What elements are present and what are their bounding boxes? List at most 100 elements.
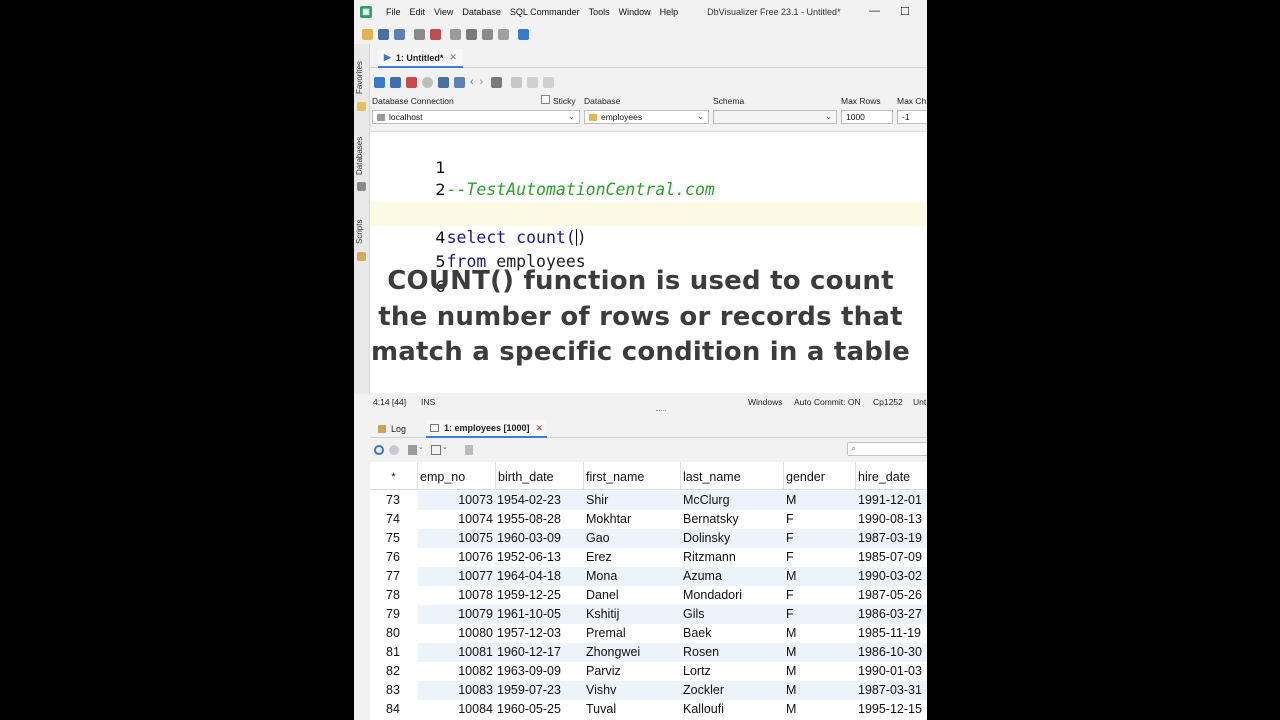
execute-buffer-icon[interactable] bbox=[406, 76, 417, 88]
cell-birth-date[interactable]: 1959-07-23 bbox=[496, 681, 584, 700]
cell-hire-date[interactable]: 1985-07-09 bbox=[856, 548, 927, 567]
cell-rownum[interactable]: 76 bbox=[370, 548, 418, 567]
table-row[interactable]: 83 10083 1959-07-23 Vishv Zockler M 1987-03-31 bbox=[370, 681, 927, 700]
cell-emp-no[interactable]: 10083 bbox=[418, 681, 493, 700]
cell-emp-no[interactable]: 10081 bbox=[418, 643, 493, 662]
save-all-icon[interactable] bbox=[394, 28, 405, 40]
cell-last-name[interactable]: Kalloufi bbox=[681, 700, 784, 719]
chevron-down-icon[interactable]: ⌄ bbox=[418, 443, 424, 451]
cell-gender[interactable]: F bbox=[784, 605, 856, 624]
column-header-emp-no[interactable]: emp_no bbox=[418, 462, 496, 490]
tab-databases[interactable]: Databases bbox=[355, 134, 369, 178]
cell-last-name[interactable]: Ritzmann bbox=[681, 548, 784, 567]
cell-hire-date[interactable]: 1995-12-15 bbox=[856, 700, 927, 719]
tab-scripts[interactable]: Scripts bbox=[355, 216, 369, 248]
grid-view-icon[interactable] bbox=[431, 445, 441, 455]
run-icon[interactable] bbox=[518, 28, 529, 40]
save-as-icon[interactable] bbox=[454, 76, 465, 88]
cell-hire-date[interactable]: 1987-03-19 bbox=[856, 529, 927, 548]
cell-gender[interactable]: F bbox=[784, 510, 856, 529]
cell-gender[interactable]: M bbox=[784, 491, 856, 510]
cell-rownum[interactable]: 75 bbox=[370, 529, 418, 548]
cell-birth-date[interactable]: 1960-12-17 bbox=[496, 643, 584, 662]
tab-log[interactable]: Log bbox=[378, 420, 406, 438]
table-row[interactable]: 76 10076 1952-06-13 Erez Ritzmann F 1985-07-09 bbox=[370, 548, 927, 567]
forward-icon[interactable]: › bbox=[480, 76, 484, 88]
cell-hire-date[interactable]: 1987-05-26 bbox=[856, 586, 927, 605]
cell-rownum[interactable]: 73 bbox=[370, 491, 418, 510]
cell-first-name[interactable]: Gao bbox=[584, 529, 681, 548]
cell-rownum[interactable]: 82 bbox=[370, 662, 418, 681]
history-icon[interactable] bbox=[543, 76, 555, 88]
cell-gender[interactable]: F bbox=[784, 529, 856, 548]
cell-rownum[interactable]: 74 bbox=[370, 510, 418, 529]
splitter-handle[interactable] bbox=[656, 410, 666, 412]
tools-icon[interactable] bbox=[491, 76, 503, 88]
cell-gender[interactable]: M bbox=[784, 624, 856, 643]
table-row[interactable]: 82 10082 1963-09-09 Parviz Lortz M 1990-01-03 bbox=[370, 662, 927, 681]
cell-first-name[interactable]: Premal bbox=[584, 624, 681, 643]
cell-last-name[interactable]: Lortz bbox=[681, 662, 784, 681]
cell-rownum[interactable]: 80 bbox=[370, 624, 418, 643]
cell-first-name[interactable]: Shir bbox=[584, 491, 681, 510]
save-icon[interactable] bbox=[378, 28, 389, 40]
cell-birth-date[interactable]: 1959-12-25 bbox=[496, 586, 584, 605]
table-row[interactable]: 73 10073 1954-02-23 Shir McClurg M 1991-12-01 bbox=[370, 491, 927, 510]
cell-hire-date[interactable]: 1991-12-01 bbox=[856, 491, 927, 510]
menu-window[interactable]: Window bbox=[619, 7, 651, 17]
cell-emp-no[interactable]: 10077 bbox=[418, 567, 493, 586]
stop-icon[interactable] bbox=[389, 445, 399, 455]
find-icon[interactable] bbox=[498, 28, 509, 40]
tab-employees-result[interactable]: 1: employees [1000] ✕ bbox=[426, 420, 548, 438]
cell-birth-date[interactable]: 1952-06-13 bbox=[496, 548, 584, 567]
cell-last-name[interactable]: Rosen bbox=[681, 643, 784, 662]
cell-emp-no[interactable]: 10076 bbox=[418, 548, 493, 567]
database-select[interactable]: employees ⌄ bbox=[584, 110, 709, 124]
cell-first-name[interactable]: Parviz bbox=[584, 662, 681, 681]
cell-emp-no[interactable]: 10079 bbox=[418, 605, 493, 624]
table-row[interactable]: 80 10080 1957-12-03 Premal Baek M 1985-11-19 bbox=[370, 624, 927, 643]
cell-birth-date[interactable]: 1957-12-03 bbox=[496, 624, 584, 643]
cell-last-name[interactable]: Gils bbox=[681, 605, 784, 624]
cell-rownum[interactable]: 83 bbox=[370, 681, 418, 700]
cell-rownum[interactable]: 81 bbox=[370, 643, 418, 662]
cell-emp-no[interactable]: 10084 bbox=[418, 700, 493, 719]
cell-birth-date[interactable]: 1963-09-09 bbox=[496, 662, 584, 681]
disconnect-icon[interactable] bbox=[430, 28, 441, 40]
filter-input[interactable]: ⌕ bbox=[847, 442, 927, 456]
column-header-first-name[interactable]: first_name bbox=[584, 462, 681, 490]
cell-gender[interactable]: F bbox=[784, 548, 856, 567]
cell-last-name[interactable]: McClurg bbox=[681, 491, 784, 510]
connection-select[interactable]: localhost ⌄ bbox=[372, 110, 580, 124]
menu-tools[interactable]: Tools bbox=[589, 7, 610, 17]
cell-emp-no[interactable]: 10074 bbox=[418, 510, 493, 529]
menu-help[interactable]: Help bbox=[660, 7, 679, 17]
cell-hire-date[interactable]: 1986-10-30 bbox=[856, 643, 927, 662]
close-icon[interactable]: ✕ bbox=[449, 52, 457, 63]
stop-icon[interactable] bbox=[422, 76, 433, 88]
minimize-icon[interactable]: — bbox=[869, 5, 880, 17]
cell-first-name[interactable]: Tuval bbox=[584, 700, 681, 719]
close-icon[interactable]: ✕ bbox=[536, 423, 544, 434]
save-icon[interactable] bbox=[438, 76, 449, 88]
tab-untitled[interactable]: ▶ 1: Untitled* ✕ bbox=[378, 49, 463, 68]
cell-gender[interactable]: M bbox=[784, 700, 856, 719]
cell-first-name[interactable]: Mona bbox=[584, 567, 681, 586]
cell-first-name[interactable]: Kshitij bbox=[584, 605, 681, 624]
chevron-down-icon[interactable]: ⌄ bbox=[442, 443, 448, 451]
open-file-icon[interactable] bbox=[362, 28, 373, 40]
tools-icon[interactable] bbox=[466, 28, 477, 40]
cell-hire-date[interactable]: 1990-08-13 bbox=[856, 510, 927, 529]
sticky-checkbox[interactable] bbox=[541, 95, 550, 104]
table-row[interactable]: 84 10084 1960-05-25 Tuval Kalloufi M 1995-12-1… bbox=[370, 700, 927, 719]
cell-birth-date[interactable]: 1954-02-23 bbox=[496, 491, 584, 510]
menu-sql-commander[interactable]: SQL Commander bbox=[510, 7, 580, 17]
cell-hire-date[interactable]: 1990-03-02 bbox=[856, 567, 927, 586]
cell-last-name[interactable]: Azuma bbox=[681, 567, 784, 586]
cell-last-name[interactable]: Mondadori bbox=[681, 586, 784, 605]
cell-first-name[interactable]: Erez bbox=[584, 548, 681, 567]
menu-database[interactable]: Database bbox=[462, 7, 501, 17]
menu-file[interactable]: File bbox=[386, 7, 401, 17]
delete-icon[interactable] bbox=[465, 445, 473, 455]
menu-view[interactable]: View bbox=[434, 7, 453, 17]
